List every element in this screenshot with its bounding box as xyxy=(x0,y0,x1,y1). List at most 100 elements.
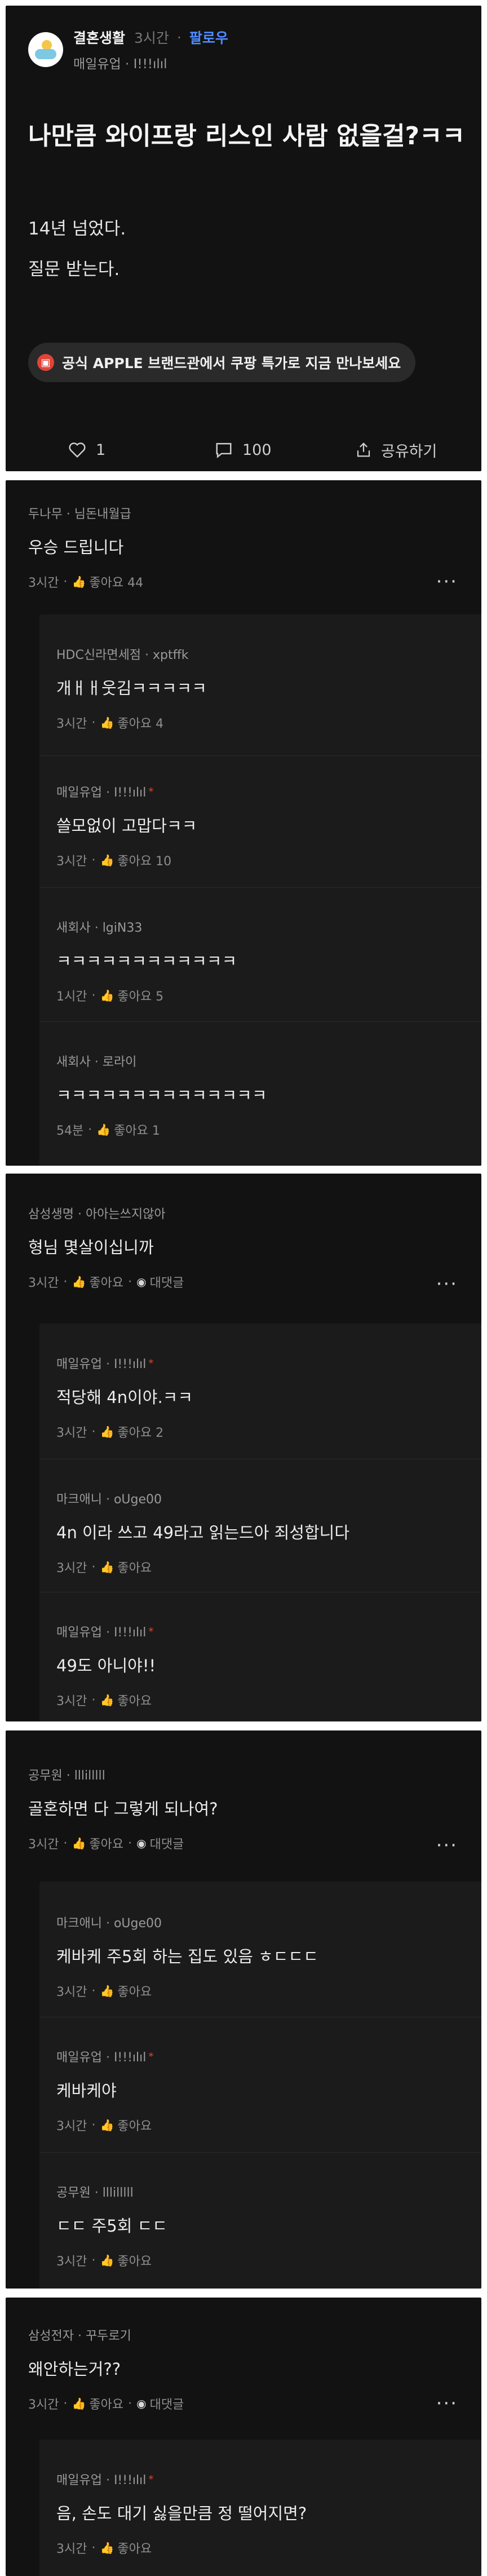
gift-icon: ▣ xyxy=(37,354,54,371)
reply-author[interactable]: 매일유업 · I!!!ılıl xyxy=(56,782,146,800)
post-title: 나만큼 와이프랑 리스인 사람 없을걸?ㅋㅋ xyxy=(28,122,465,151)
author-badge: * xyxy=(148,1357,154,1369)
reply-time: 3시간 xyxy=(56,855,87,869)
reply: 매일유업 · I!!!ılıl * 49도 아니야!! 3시간 · 👍 좋아요 xyxy=(56,1622,156,1709)
like-label[interactable]: 좋아요 2 xyxy=(117,1423,163,1441)
more-options-icon[interactable]: ··· xyxy=(436,2392,458,2415)
reply-text: 케바케야 xyxy=(56,2081,117,2100)
reply-text: ㅋㅋㅋㅋㅋㅋㅋㅋㅋㅋㅋㅋㅋㅋ xyxy=(56,1086,267,1105)
reply-author[interactable]: 매일유업 · I!!!ılıl xyxy=(56,2470,146,2488)
comment-button[interactable]: 100 xyxy=(214,441,272,459)
like-label[interactable]: 좋아요 4 xyxy=(117,714,163,732)
comment: 삼성전자 · 꾸두로기 왜안하는거?? 3시간 · 👍 좋아요 · ◉ 대댓글 xyxy=(28,2326,184,2413)
divider xyxy=(39,1021,481,1022)
more-options-icon[interactable]: ··· xyxy=(436,570,458,593)
more-options-icon[interactable]: ··· xyxy=(436,1834,458,1857)
thumbs-up-icon[interactable]: 👍 xyxy=(100,1984,114,1998)
author-badge: * xyxy=(148,785,154,798)
reply: 마크애니 · oUge00 케바케 주5회 하는 집도 있음 ㅎㄷㄷㄷ 3시간 ·… xyxy=(56,1913,318,2000)
reply-text: 케바케 주5회 하는 집도 있음 ㅎㄷㄷㄷ xyxy=(56,1947,318,1966)
like-label[interactable]: 좋아요 5 xyxy=(117,986,163,1004)
reply-author[interactable]: 공무원 · lllilllll xyxy=(56,2183,167,2201)
divider xyxy=(39,2152,481,2153)
comment: 공무원 · lllilllll 골혼하면 다 그렇게 되나여? 3시간 · 👍 좋아… xyxy=(28,1765,218,1852)
thumbs-up-icon[interactable]: 👍 xyxy=(72,1275,86,1289)
reply-bubble-icon[interactable]: ◉ xyxy=(136,1836,146,1850)
comment-author[interactable]: 삼성전자 · 꾸두로기 xyxy=(28,2326,184,2344)
reply-text: 4n 이라 쓰고 49라고 읽는드아 죄성합니다 xyxy=(56,1523,350,1542)
ad-banner[interactable]: ▣ 공식 APPLE 브랜드관에서 쿠팡 특가로 지금 만나보세요 xyxy=(28,343,416,382)
like-label[interactable]: 좋아요 xyxy=(117,1558,152,1576)
reply-author[interactable]: HDC신라면세점 · xptffk xyxy=(56,645,207,663)
reply-bubble-icon[interactable]: ◉ xyxy=(136,2397,146,2410)
comment-author[interactable]: 삼성생명 · 아아는쓰지않아 xyxy=(28,1204,184,1222)
thumbs-up-icon[interactable]: 👍 xyxy=(100,853,114,867)
comment-thread: 공무원 · lllilllll 골혼하면 다 그렇게 되나여? 3시간 · 👍 좋아… xyxy=(6,1730,481,2289)
author-badge: * xyxy=(148,1625,154,1637)
community-name[interactable]: 결혼생활 xyxy=(73,27,125,47)
like-label[interactable]: 좋아요 10 xyxy=(117,851,171,869)
comment-time: 3시간 xyxy=(28,576,59,590)
thumbs-up-icon[interactable]: 👍 xyxy=(100,2541,114,2555)
thumbs-up-icon[interactable]: 👍 xyxy=(100,1693,114,1707)
thumbs-up-icon[interactable]: 👍 xyxy=(100,2254,114,2267)
reply-time: 54분 xyxy=(56,1124,84,1138)
reply-label[interactable]: 대댓글 xyxy=(150,1273,184,1291)
share-button[interactable]: 공유하기 xyxy=(355,439,437,461)
comment-text: 왜안하는거?? xyxy=(28,2360,121,2379)
reply-author[interactable]: 매일유업 · I!!!ılıl xyxy=(56,1354,146,1372)
reply-label[interactable]: 대댓글 xyxy=(150,2394,184,2413)
share-label: 공유하기 xyxy=(381,442,437,461)
reply-bubble-icon[interactable]: ◉ xyxy=(136,1275,146,1289)
like-label[interactable]: 좋아요 xyxy=(117,2539,152,2557)
like-label[interactable]: 좋아요 1 xyxy=(114,1121,160,1139)
thumbs-up-icon[interactable]: 👍 xyxy=(96,1123,110,1136)
reply: 공무원 · lllilllll ㄷㄷ 주5회 ㄷㄷ 3시간 · 👍 좋아요 xyxy=(56,2183,167,2269)
like-label[interactable]: 좋아요 xyxy=(117,2116,152,2134)
comment-text: 골혼하면 다 그렇게 되나여? xyxy=(28,1799,218,1818)
reply-time: 3시간 xyxy=(56,2255,87,2269)
thumbs-up-icon[interactable]: 👍 xyxy=(72,1836,86,1850)
post-actions: 1 100 공유하기 xyxy=(6,427,481,471)
reply-author[interactable]: 마크애니 · oUge00 xyxy=(56,1913,318,1931)
reply-label[interactable]: 대댓글 xyxy=(150,1834,184,1852)
thumbs-up-icon[interactable]: 👍 xyxy=(72,2397,86,2410)
comment-author[interactable]: 공무원 · lllilllll xyxy=(28,1765,218,1783)
like-label[interactable]: 좋아요 xyxy=(117,1691,152,1709)
like-label[interactable]: 좋아요 xyxy=(89,2394,123,2413)
like-label[interactable]: 좋아요 xyxy=(89,1273,123,1291)
reply-author[interactable]: 마크애니 · oUge00 xyxy=(56,1489,349,1507)
post-body-line: 14년 넘었다. xyxy=(28,219,126,239)
follow-button[interactable]: 팔로우 xyxy=(189,27,228,47)
comment-text: 우승 드립니다 xyxy=(28,538,124,557)
like-button[interactable]: 1 xyxy=(68,441,105,459)
post-body: 14년 넘었다. 질문 받는다. xyxy=(28,209,126,290)
like-label[interactable]: 좋아요 xyxy=(89,1834,123,1852)
reply-author[interactable]: 매일유업 · I!!!ılıl xyxy=(56,2047,146,2065)
thumbs-up-icon[interactable]: 👍 xyxy=(100,2118,114,2132)
thumbs-up-icon[interactable]: 👍 xyxy=(100,1560,114,1574)
thumbs-up-icon[interactable]: 👍 xyxy=(100,716,114,729)
reply-time: 3시간 xyxy=(56,1426,87,1440)
like-label[interactable]: 좋아요 xyxy=(117,1982,152,2000)
more-options-icon[interactable]: ··· xyxy=(436,1273,458,1295)
comment-icon xyxy=(216,442,232,458)
reply-time: 3시간 xyxy=(56,2119,87,2134)
share-icon xyxy=(357,442,370,457)
reply-text: 49도 아니야!! xyxy=(56,1656,156,1675)
thumbs-up-icon[interactable]: 👍 xyxy=(100,1425,114,1439)
comment-time: 3시간 xyxy=(28,1276,59,1290)
post-time: 3시간 xyxy=(134,30,169,46)
comment-author[interactable]: 두나무 · 님돈내월급 xyxy=(28,504,143,522)
reply-text: 쓸모없이 고맙다ㅋㅋ xyxy=(56,816,197,835)
like-label[interactable]: 좋아요 xyxy=(117,2251,152,2269)
post-author[interactable]: 매일유업 · I!!!ılıl xyxy=(73,53,228,72)
thumbs-up-icon[interactable]: 👍 xyxy=(100,989,114,1002)
reply-author[interactable]: 새회사 · 로라이 xyxy=(56,1052,267,1070)
like-label[interactable]: 좋아요 44 xyxy=(89,573,143,591)
thumbs-up-icon[interactable]: 👍 xyxy=(72,575,86,588)
reply-author[interactable]: 매일유업 · I!!!ılıl xyxy=(56,1622,146,1640)
separator-dot: · xyxy=(176,29,181,46)
community-avatar[interactable] xyxy=(28,32,63,67)
reply-author[interactable]: 새회사 · lgiN33 xyxy=(56,918,237,936)
